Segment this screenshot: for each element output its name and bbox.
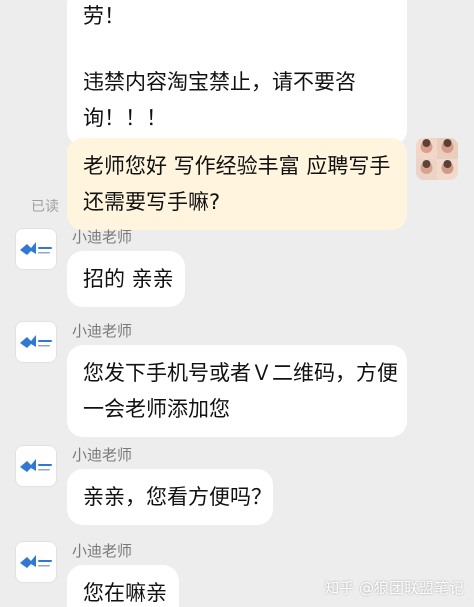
message-bubble-teacher[interactable]: 亲亲，您看方便吗？ xyxy=(67,469,273,525)
watermark-text: 知乎 @狼团联盟笔记 xyxy=(324,579,464,597)
teacher-avatar[interactable] xyxy=(15,445,57,487)
message-bubble-self[interactable]: 老师您好 写作经验丰富 应聘写手 还需要写手嘛? xyxy=(67,138,407,230)
chat-window: 劳！ 违禁内容淘宝禁止，请不要咨 询！！！ 老师您好 写作经验丰富 应聘写手 还… xyxy=(0,0,474,607)
message-text-line: 劳！ xyxy=(83,4,125,28)
sender-name: 小迪老师 xyxy=(72,542,133,560)
brand-logo-icon xyxy=(16,542,56,582)
sender-name: 小迪老师 xyxy=(72,322,133,340)
message-text-line: 询！！！ xyxy=(83,106,167,130)
message-text-line: 老师您好 写作经验丰富 应聘写手 xyxy=(83,154,391,178)
message-text-line: 一会老师添加您 xyxy=(83,397,230,421)
brand-logo-icon xyxy=(16,229,56,269)
sender-name: 小迪老师 xyxy=(72,446,133,464)
teacher-avatar[interactable] xyxy=(15,228,57,270)
brand-logo-icon xyxy=(16,446,56,486)
message-text-line: 招的 亲亲 xyxy=(83,267,174,291)
self-avatar[interactable] xyxy=(416,138,458,180)
message-bubble-warning[interactable]: 劳！ 违禁内容淘宝禁止，请不要咨 询！！！ xyxy=(67,0,407,146)
photo-avatar-icon xyxy=(416,138,458,180)
brand-logo-icon xyxy=(16,322,56,362)
message-bubble-teacher[interactable]: 招的 亲亲 xyxy=(67,251,185,307)
sender-name: 小迪老师 xyxy=(72,228,133,246)
teacher-avatar[interactable] xyxy=(15,541,57,583)
message-spacer xyxy=(83,34,391,64)
message-text-line: 亲亲，您看方便吗？ xyxy=(83,485,272,509)
message-text-line: 您发下手机号或者Ｖ二维码，方便 xyxy=(83,361,398,385)
message-bubble-teacher[interactable]: 您发下手机号或者Ｖ二维码，方便 一会老师添加您 xyxy=(67,345,407,437)
message-bubble-teacher[interactable]: 您在嘛亲 xyxy=(67,565,179,607)
message-text-line: 您在嘛亲 xyxy=(83,581,167,605)
read-status: 已读 xyxy=(31,199,59,215)
message-text-line: 违禁内容淘宝禁止，请不要咨 xyxy=(83,70,356,94)
message-text-line: 还需要写手嘛? xyxy=(83,190,221,214)
teacher-avatar[interactable] xyxy=(15,321,57,363)
